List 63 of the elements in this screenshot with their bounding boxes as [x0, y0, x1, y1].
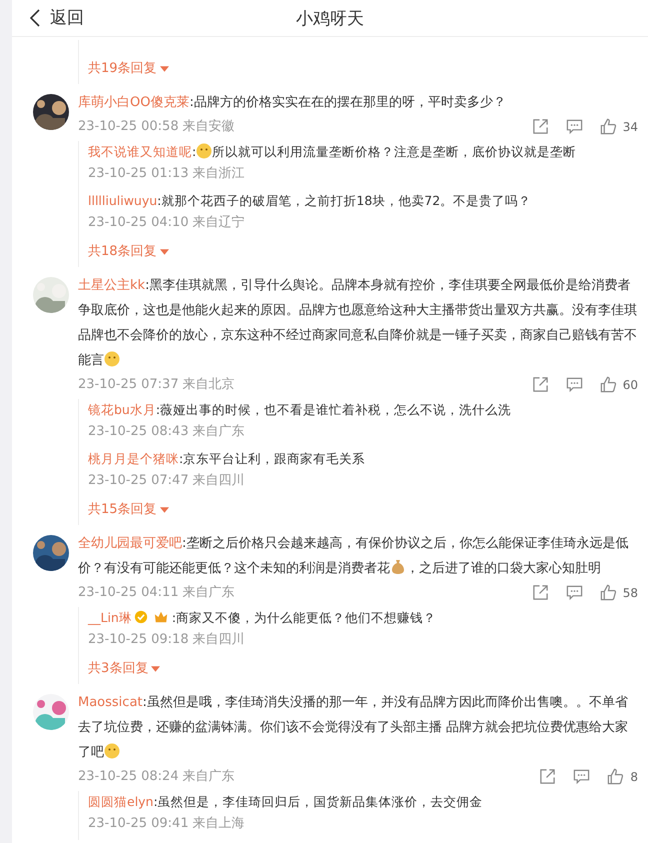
reply-text: llllliuliwuyu:就那个花西子的破眉笔，之前打折18块，他卖72。不是贵了吗？	[88, 192, 532, 210]
reply-date: 23-10-25 09:41 来自上海	[88, 815, 246, 833]
more-replies-link[interactable]: 共19条回复	[88, 56, 169, 82]
comment-icon[interactable]	[566, 118, 583, 135]
thumbs-up-icon	[600, 376, 617, 393]
comment-icon[interactable]	[573, 768, 590, 785]
thumbs-up-icon	[600, 584, 617, 601]
reply-date: 23-10-25 07:47 来自四川	[88, 472, 246, 490]
back-button[interactable]: 返回	[30, 6, 84, 29]
author-name[interactable]: __Lin琳	[88, 610, 132, 625]
author-name[interactable]: 库萌小白OO傻克莱	[78, 95, 190, 110]
back-chevron-icon	[30, 8, 40, 26]
thumbs-up-icon	[607, 768, 624, 785]
caret-icon	[160, 66, 169, 72]
like-button[interactable]: 58	[600, 584, 638, 601]
share-icon[interactable]	[532, 376, 549, 393]
author-name[interactable]: 全幼儿园最可爱吧	[78, 536, 182, 551]
comment-date: 23-10-25 07:37 来自北京	[78, 376, 235, 394]
more-replies-link[interactable]: 共15条回复	[88, 497, 169, 523]
reply-date: 23-10-25 09:18 来自四川	[88, 631, 246, 649]
comment-text: 全幼儿园最可爱吧:垄断之后价格只会越来越高，有保价协议之后，你怎么能保证李佳琦永远是低价？有没有可能还能更低？这个未知的利润是消费者花 ，之后进了谁的口袋大家心知肚明	[78, 535, 630, 578]
money-bag-icon	[390, 559, 406, 575]
caret-icon	[151, 666, 160, 672]
author-name[interactable]: 镜花bu水月	[88, 402, 156, 417]
reply-date: 23-10-25 04:10 来自辽宁	[88, 214, 246, 232]
more-replies-link[interactable]: 共18条回复	[88, 239, 169, 265]
verified-badge-icon	[134, 610, 148, 624]
reply-text: 镜花bu水月:薇娅出事的时候，也不看是谁忙着补税，怎么不说，洗什么洗	[88, 401, 512, 419]
reply-text: __Lin琳 :商家又不傻，为什么能更低？他们不想赚钱？	[88, 609, 436, 627]
comment-text: 库萌小白OO傻克莱:品牌方的价格实实在在的摆在那里的呀，平时卖多少？	[78, 94, 507, 112]
comment-icon[interactable]	[566, 376, 583, 393]
share-icon[interactable]	[539, 768, 556, 785]
author-name[interactable]: Maossicat	[78, 695, 143, 710]
comment-date: 23-10-25 08:24 来自广东	[78, 768, 235, 786]
reply-date: 23-10-25 08:43 来自广东	[88, 423, 246, 441]
emoji-icon	[104, 351, 120, 367]
like-button[interactable]: 8	[607, 768, 638, 785]
comment-date: 23-10-25 00:58 来自安徽	[78, 118, 235, 136]
like-button[interactable]: 34	[600, 118, 638, 135]
page-title: 小鸡呀天	[296, 8, 364, 30]
author-name[interactable]: 桃月月是个猪咪	[88, 451, 179, 466]
caret-icon	[160, 249, 169, 255]
share-icon[interactable]	[532, 118, 549, 135]
reply-text: 我不说谁又知道呢: 所以就可以利用流量垄断价格？注意是垄断，底价协议就是垄断	[88, 142, 576, 161]
author-name[interactable]: 我不说谁又知道呢	[88, 144, 192, 159]
share-icon[interactable]	[532, 584, 549, 601]
caret-icon	[160, 507, 169, 513]
reply-text: 圆圆猫elyn:虽然但是，李佳琦回归后，国货新品集体涨价，去交佣金	[88, 793, 483, 811]
reply-text: 桃月月是个猪咪:京东平台让利，跟商家有毛关系	[88, 450, 366, 468]
crown-icon	[154, 610, 168, 624]
emoji-icon	[104, 743, 120, 759]
reply-date: 23-10-25 01:13 来自浙江	[88, 165, 246, 183]
comment-text: Maossicat:虽然但是哦，李佳琦消失没播的那一年，并没有品牌方因此而降价出售噢。。不单省去了坑位费，还赚的盆满钵满。你们该不会觉得没有了头部主播 品牌方就会把坑位费优惠给大家了吧	[78, 694, 630, 762]
author-name[interactable]: 土星公主kk	[78, 278, 146, 293]
thumbs-up-icon	[600, 118, 617, 135]
emoji-icon	[196, 143, 212, 159]
comment-text: 土星公主kk:黑李佳琪就黑，引导什么舆论。品牌本身就有控价，李佳琪要全网最低价是给消费者争取底价，这也是他能火起来的原因。品牌方也愿意给这种大主播带货出量双方共赢。没有李佳琪品牌也不会降价的放心，京东这种不经过商家同意私自降价就是一锤子买卖，商家自己赔钱有苦不能言	[78, 277, 638, 370]
author-name[interactable]: llllliuliwuyu	[88, 193, 158, 208]
like-button[interactable]: 60	[600, 376, 638, 393]
author-name[interactable]: 圆圆猫elyn	[88, 794, 154, 809]
comment-icon[interactable]	[566, 584, 583, 601]
more-replies-link[interactable]: 共3条回复	[88, 656, 160, 682]
comment-date: 23-10-25 04:11 来自广东	[78, 584, 235, 602]
